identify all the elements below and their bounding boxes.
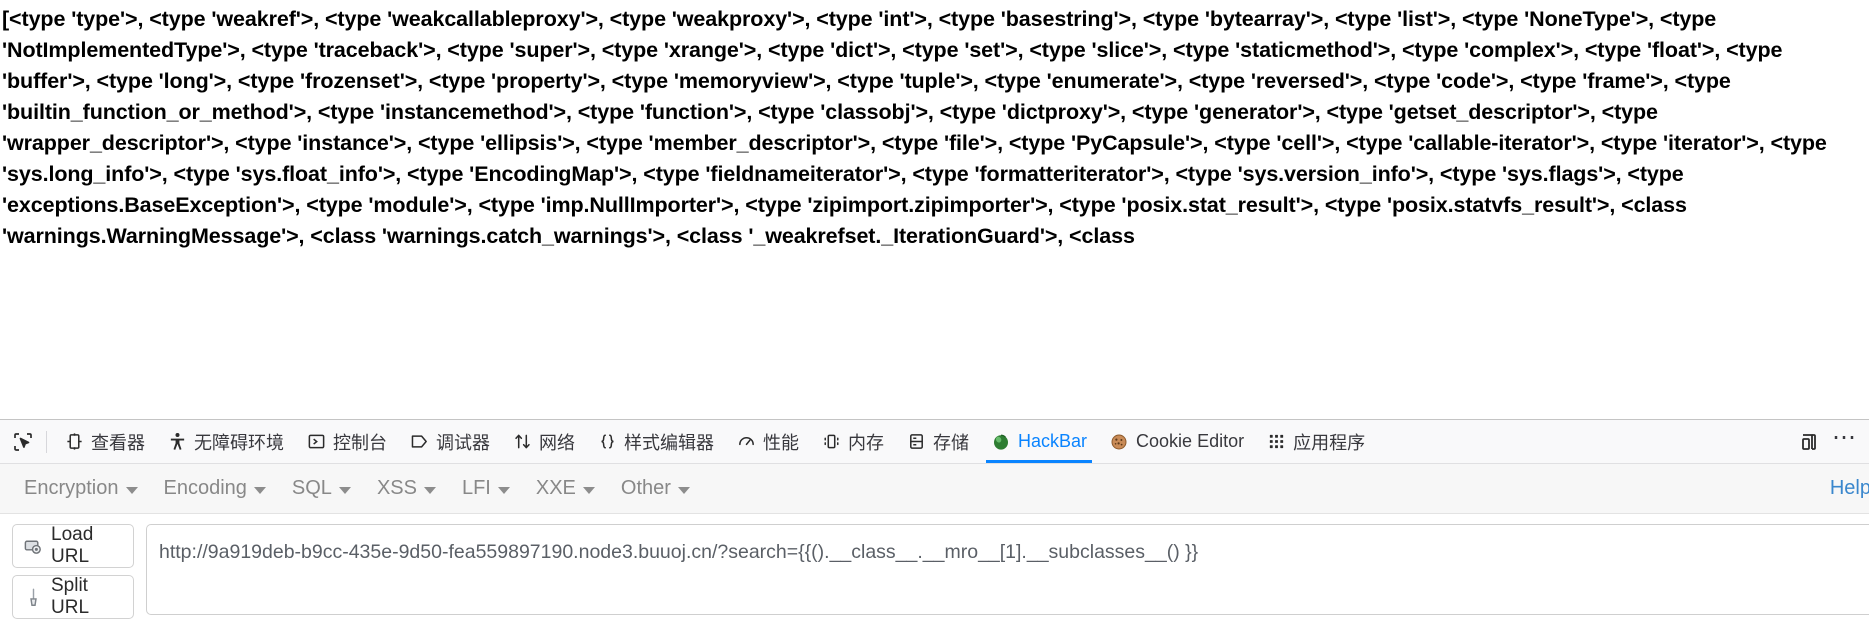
tab-hackbar[interactable]: HackBar	[980, 420, 1098, 463]
devtools-toolbar: 查看器 无障碍环境 控制台 调试器 网络 样式编辑器 性能 内存 存储 Hack…	[0, 420, 1869, 464]
hackbar-icon	[991, 432, 1011, 452]
tab-cookie-editor[interactable]: Cookie Editor	[1098, 420, 1255, 463]
console-icon	[306, 432, 326, 452]
python-subclasses-output: [<type 'type'>, <type 'weakref'>, <type …	[2, 7, 1827, 248]
hackbar-menu-xss[interactable]: XSS	[367, 473, 452, 504]
hackbar-body: Load URL Split URL	[0, 514, 1869, 619]
chevron-down-icon	[677, 486, 690, 494]
tab-network-label: 网络	[539, 432, 575, 453]
network-icon	[512, 432, 532, 452]
cookie-icon	[1109, 432, 1129, 452]
tab-debugger[interactable]: 调试器	[398, 420, 501, 463]
split-url-icon	[21, 585, 45, 609]
hackbar-menu-other[interactable]: Other	[611, 473, 706, 504]
tab-memory-label: 内存	[848, 432, 884, 453]
tab-performance[interactable]: 性能	[725, 420, 810, 463]
hackbar-menu-lfi[interactable]: LFI	[452, 473, 526, 504]
hackbar-menu-encoding[interactable]: Encoding	[154, 473, 282, 504]
debugger-icon	[409, 432, 429, 452]
style-editor-icon	[597, 432, 617, 452]
hackbar-menu-lfi-label: LFI	[461, 477, 491, 499]
tab-storage[interactable]: 存储	[895, 420, 980, 463]
tab-debugger-label: 调试器	[436, 432, 490, 453]
hackbar-menu-xss-label: XSS	[376, 477, 417, 499]
inspector-icon	[64, 432, 84, 452]
split-url-button-label: Split URL	[51, 575, 90, 618]
chevron-down-icon	[497, 486, 510, 494]
hackbar-menu-sql-label: SQL	[291, 477, 332, 499]
tab-console-label: 控制台	[333, 432, 387, 453]
chevron-down-icon	[423, 486, 436, 494]
hackbar-menu-sql[interactable]: SQL	[282, 473, 367, 504]
load-url-icon	[21, 534, 45, 558]
application-icon	[1266, 432, 1286, 452]
hackbar-menu-encryption-label: Encryption	[24, 477, 119, 499]
more-options-glyph: ⋯	[1832, 423, 1858, 451]
tab-style-editor[interactable]: 样式编辑器	[586, 420, 725, 463]
tab-network[interactable]: 网络	[501, 420, 586, 463]
hackbar-menu-xxe-label: XXE	[535, 477, 576, 499]
chevron-down-icon	[125, 486, 138, 494]
hackbar-menu-bar: Encryption Encoding SQL XSS LFI XXE Othe…	[0, 464, 1869, 514]
performance-icon	[736, 432, 756, 452]
url-input[interactable]	[146, 524, 1869, 615]
tab-cookie-editor-label: Cookie Editor	[1136, 431, 1245, 451]
accessibility-icon	[167, 432, 187, 452]
toolbar-divider	[46, 430, 47, 453]
element-picker-icon[interactable]	[6, 425, 40, 459]
load-url-button[interactable]: Load URL	[12, 524, 134, 568]
tab-style-editor-label: 样式编辑器	[624, 432, 714, 453]
hackbar-menu-encryption[interactable]: Encryption	[14, 473, 154, 504]
hackbar-action-buttons: Load URL Split URL	[12, 524, 134, 619]
hackbar-menu-xxe[interactable]: XXE	[526, 473, 611, 504]
tab-accessibility[interactable]: 无障碍环境	[156, 420, 295, 463]
tab-inspector-label: 查看器	[91, 432, 145, 453]
hackbar-menu-encoding-label: Encoding	[163, 477, 247, 499]
load-url-button-label: Load URL	[51, 524, 94, 567]
chevron-down-icon	[338, 486, 351, 494]
storage-icon	[906, 432, 926, 452]
chevron-down-icon	[582, 486, 595, 494]
tab-application-label: 应用程序	[1293, 432, 1366, 453]
split-url-button[interactable]: Split URL	[12, 575, 134, 619]
tab-application[interactable]: 应用程序	[1255, 420, 1376, 463]
memory-icon	[821, 432, 841, 452]
browser-page-content: [<type 'type'>, <type 'weakref'>, <type …	[0, 0, 1869, 420]
responsive-design-mode-icon[interactable]	[1791, 425, 1827, 459]
tab-memory[interactable]: 内存	[810, 420, 895, 463]
tab-hackbar-label: HackBar	[1018, 431, 1088, 451]
hackbar-help-link[interactable]: Help	[1830, 477, 1869, 500]
devtools-panel: 查看器 无障碍环境 控制台 调试器 网络 样式编辑器 性能 内存 存储 Hack…	[0, 419, 1869, 619]
tab-inspector[interactable]: 查看器	[53, 420, 156, 463]
chevron-down-icon	[253, 486, 266, 494]
hackbar-menu-other-label: Other	[620, 477, 671, 499]
more-options-icon[interactable]: ⋯	[1827, 425, 1863, 459]
tab-console[interactable]: 控制台	[295, 420, 398, 463]
tab-storage-label: 存储	[933, 432, 969, 453]
tab-performance-label: 性能	[763, 432, 799, 453]
tab-accessibility-label: 无障碍环境	[194, 432, 284, 453]
